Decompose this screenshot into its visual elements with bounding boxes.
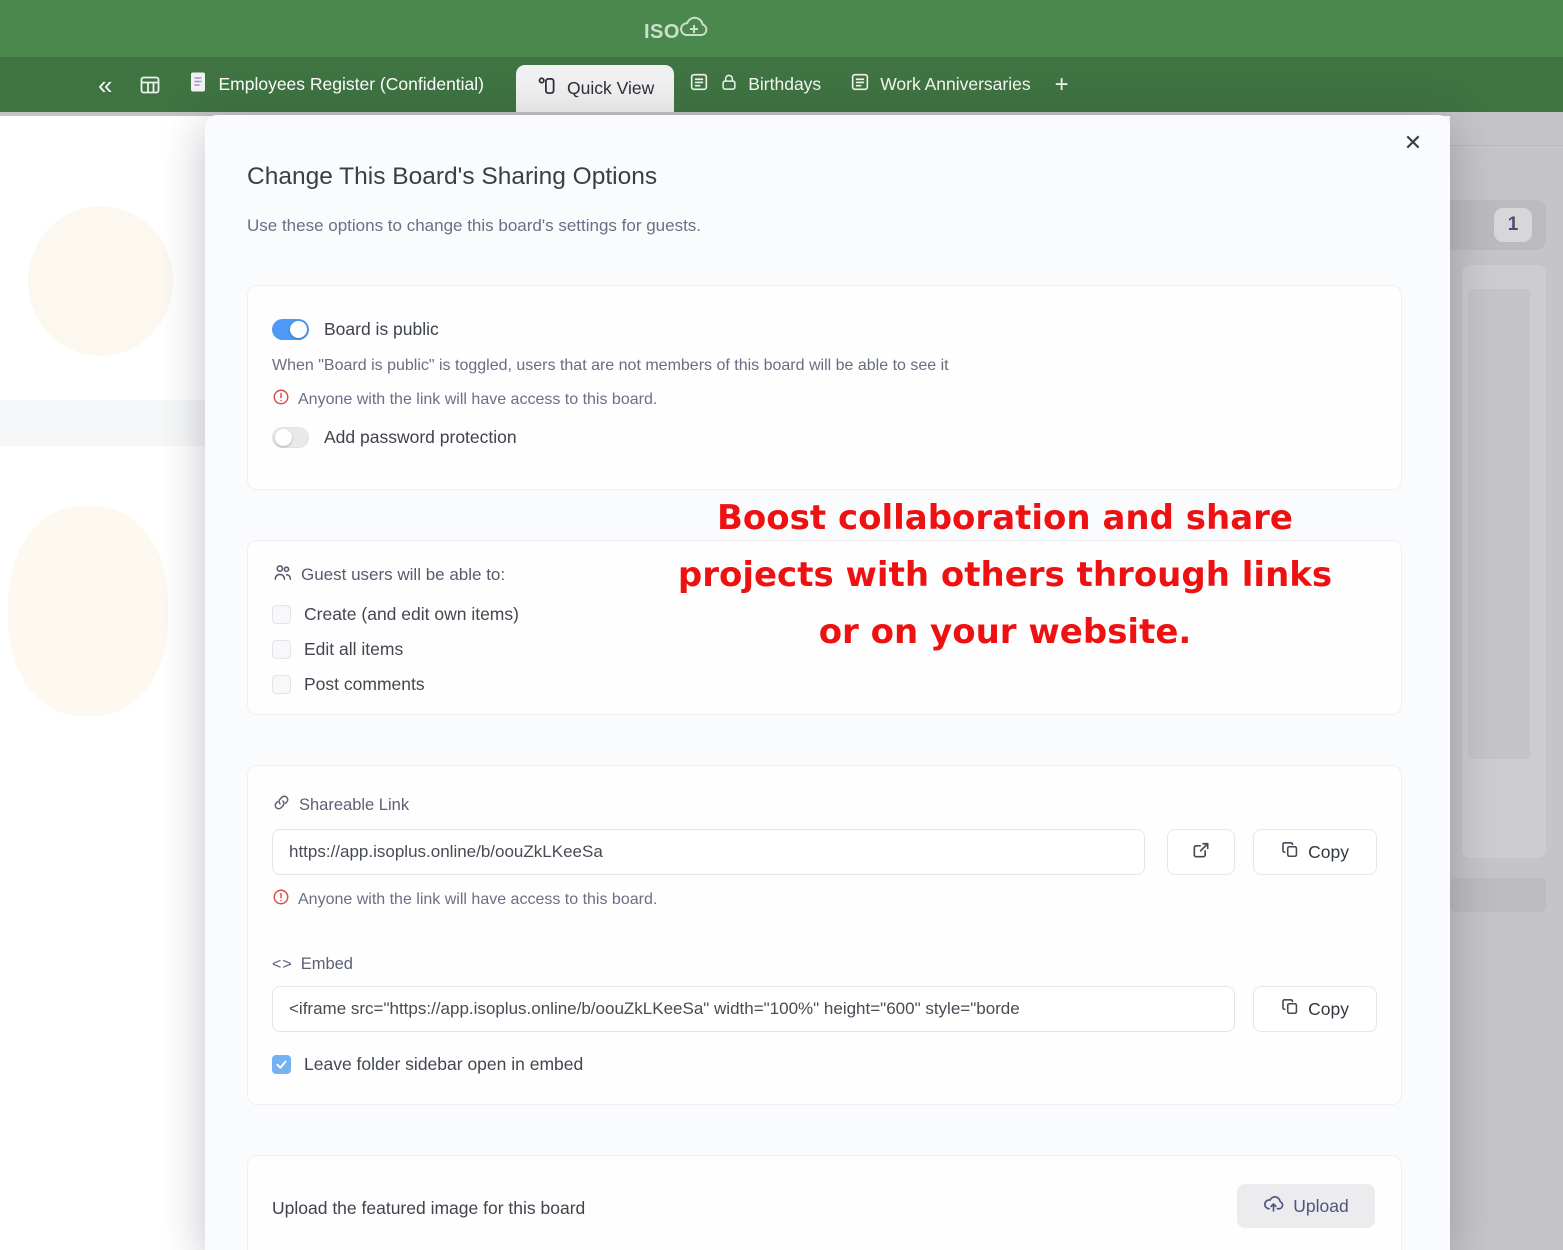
dimmed-page-right: 1 xyxy=(1450,112,1563,1250)
board-public-row: Board is public xyxy=(272,319,1377,340)
link-icon xyxy=(272,793,291,817)
tab-employees-register[interactable]: Employees Register (Confidential) xyxy=(188,71,484,98)
featured-image-section: Upload the featured image for this board… xyxy=(247,1155,1402,1250)
option-post-comments: Post comments xyxy=(272,667,1377,702)
share-link-section: Shareable Link xyxy=(247,765,1402,1105)
modal-subtitle: Use these options to change this board's… xyxy=(247,216,701,236)
quick-view-icon xyxy=(536,75,558,102)
tab-label: Employees Register (Confidential) xyxy=(218,74,484,95)
cloud-upload-icon xyxy=(1263,1193,1284,1219)
public-description: When "Board is public" is toggled, users… xyxy=(272,357,1377,375)
tab-quick-view[interactable]: Quick View xyxy=(516,65,674,112)
button-label: Copy xyxy=(1308,999,1349,1020)
tab-label: Birthdays xyxy=(748,74,821,95)
background-card xyxy=(1462,265,1546,858)
embed-label: <> Embed xyxy=(272,955,1377,974)
label-text: Embed xyxy=(301,955,353,974)
tab-label: Quick View xyxy=(567,78,654,99)
password-protection-toggle[interactable] xyxy=(272,427,309,448)
upload-button[interactable]: Upload xyxy=(1237,1184,1375,1228)
screen: ISO « Employees Regi xyxy=(0,0,1563,1250)
background-footer-bar xyxy=(1450,878,1546,912)
sidebar-open-checkbox[interactable] xyxy=(272,1055,291,1074)
alert-circle-icon xyxy=(272,888,290,911)
featured-image-label: Upload the featured image for this board xyxy=(272,1198,585,1219)
button-label: Copy xyxy=(1308,842,1349,863)
option-label: Post comments xyxy=(304,674,425,695)
edit-all-checkbox[interactable] xyxy=(272,640,291,659)
open-link-button[interactable] xyxy=(1167,829,1235,875)
share-link-row: Copy xyxy=(272,829,1377,875)
guest-permissions-section: Guest users will be able to: Create (and… xyxy=(247,540,1402,715)
copy-embed-button[interactable]: Copy xyxy=(1253,986,1377,1032)
embed-code-input[interactable] xyxy=(272,986,1235,1032)
annotation-line: Boost collaboration and share xyxy=(650,490,1360,547)
board-public-label: Board is public xyxy=(324,319,439,340)
copy-icon xyxy=(1281,840,1300,864)
external-link-icon xyxy=(1191,840,1211,865)
code-icon: <> xyxy=(272,956,293,974)
option-edit-all: Edit all items xyxy=(272,632,1377,667)
background-card-content xyxy=(1468,289,1530,759)
page-background-left xyxy=(0,116,205,1250)
link-access-warning: Anyone with the link will have access to… xyxy=(272,888,1377,911)
post-comments-checkbox[interactable] xyxy=(272,675,291,694)
list-icon xyxy=(849,71,871,98)
copy-link-button[interactable]: Copy xyxy=(1253,829,1377,875)
cloud-plus-icon xyxy=(680,11,712,47)
toggle-knob xyxy=(290,321,307,338)
count-badge: 1 xyxy=(1494,208,1532,242)
document-icon xyxy=(188,71,208,98)
visibility-section: Board is public When "Board is public" i… xyxy=(247,285,1402,490)
collapse-sidebar-icon[interactable]: « xyxy=(98,72,112,98)
shareable-link-label: Shareable Link xyxy=(272,793,1377,817)
background-blob xyxy=(8,506,168,716)
add-tab-button[interactable]: + xyxy=(1045,71,1079,99)
close-icon[interactable]: ✕ xyxy=(1398,128,1428,158)
tab-birthdays[interactable]: Birthdays xyxy=(674,57,835,112)
checkbox-label: Leave folder sidebar open in embed xyxy=(304,1054,583,1075)
list-icon xyxy=(688,71,710,98)
board-public-toggle[interactable] xyxy=(272,319,309,340)
modal-title: Change This Board's Sharing Options xyxy=(247,163,657,191)
toggle-knob xyxy=(275,429,292,446)
create-checkbox[interactable] xyxy=(272,605,291,624)
link-access-warning: Anyone with the link will have access to… xyxy=(272,388,1377,411)
board-tab-bar: « Employees Register (Confidential) xyxy=(0,57,1563,112)
password-protection-label: Add password protection xyxy=(324,427,517,448)
warning-text: Anyone with the link will have access to… xyxy=(298,391,657,409)
option-label: Create (and edit own items) xyxy=(304,604,519,625)
embed-row: Copy xyxy=(272,986,1377,1032)
tab-work-anniversaries[interactable]: Work Anniversaries xyxy=(835,57,1044,112)
app-logo: ISO xyxy=(644,11,712,47)
copy-icon xyxy=(1281,997,1300,1021)
shareable-link-input[interactable] xyxy=(272,829,1145,875)
background-blob xyxy=(28,206,173,356)
label-text: Shareable Link xyxy=(299,796,409,815)
guest-permissions-heading: Guest users will be able to: xyxy=(272,562,1377,588)
lock-icon xyxy=(719,71,739,98)
option-create: Create (and edit own items) xyxy=(272,597,1377,632)
option-label: Edit all items xyxy=(304,639,403,660)
guest-permissions-options: Create (and edit own items) Edit all ite… xyxy=(272,597,1377,702)
alert-circle-icon xyxy=(272,388,290,411)
tab-label: Work Anniversaries xyxy=(880,74,1030,95)
people-icon xyxy=(272,562,293,588)
sharing-options-modal: ✕ Change This Board's Sharing Options Us… xyxy=(205,115,1450,1250)
button-label: Upload xyxy=(1293,1196,1348,1217)
warning-text: Anyone with the link will have access to… xyxy=(298,891,657,909)
embed-sidebar-row: Leave folder sidebar open in embed xyxy=(272,1054,1377,1075)
background-band xyxy=(0,400,205,446)
password-protection-row: Add password protection xyxy=(272,427,1377,448)
board-grid-icon[interactable] xyxy=(138,73,162,97)
logo-text: ISO xyxy=(644,17,680,47)
divider xyxy=(1450,145,1563,146)
app-header: ISO xyxy=(0,0,1563,57)
heading-text: Guest users will be able to: xyxy=(301,565,505,585)
